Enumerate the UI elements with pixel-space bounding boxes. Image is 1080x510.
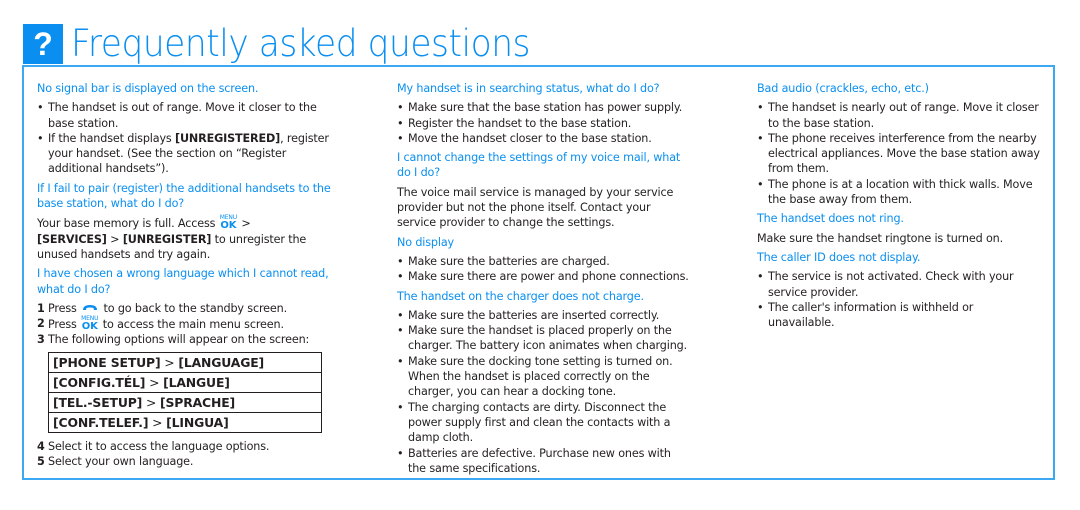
end-call-icon [83, 304, 98, 310]
faq-bullet: The service is not activated. Check with… [757, 269, 1042, 300]
step-text: to access the main menu screen. [99, 318, 284, 332]
screen-label-services: [SERVICES] [37, 232, 107, 246]
screen-label-unregistered: [UNREGISTERED] [175, 131, 281, 145]
step-item: 5 Select your own language. [37, 454, 332, 469]
menu-ok-icon: MENU OK [81, 315, 99, 333]
faq-bullet: Make sure the handset is placed properly… [397, 323, 692, 354]
answer-text: Your base memory is full. Access [37, 217, 219, 231]
faq-answer: The voice mail service is managed by you… [397, 185, 674, 230]
step-number: 1 [37, 301, 45, 315]
page-header: ? Frequently asked questions [23, 24, 565, 64]
menu-ok-icon: MENU OK [219, 214, 237, 232]
faq-answer-list: The service is not activated. Check with… [757, 269, 1042, 330]
separator: > [237, 217, 251, 231]
faq-bullet: Make sure that the base station has powe… [397, 100, 692, 116]
separator: > [106, 232, 123, 246]
bullet-text: If the handset displays [48, 131, 176, 145]
faq-bullet: The phone receives interference from the… [757, 131, 1042, 177]
faq-bullet: Make sure the docking tone setting is tu… [397, 354, 692, 400]
faq-answer: Your base memory is full. Access MENU OK … [37, 215, 332, 262]
faq-answer-list: The handset is nearly out of range. Move… [757, 100, 1042, 207]
faq-question: The handset on the charger does not char… [397, 289, 644, 303]
faq-column-3: Bad audio (crackles, echo, etc.) The han… [757, 81, 1042, 334]
faq-question: My handset is in searching status, what … [397, 82, 660, 95]
faq-bullet: The handset is out of range. Move it clo… [37, 100, 332, 131]
step-item: 3 The following options will appear on t… [37, 332, 332, 347]
page-title: Frequently asked questions [71, 22, 530, 65]
step-list: 4 Select it to access the language optio… [37, 439, 332, 470]
table-row: [CONFIG.TÉL] > [LANGUE] [48, 371, 322, 393]
faq-answer-list: Make sure the batteries are charged. Mak… [397, 254, 692, 285]
step-list: 1 Press to go back to the standby screen… [37, 301, 332, 348]
table-row: [TEL.-SETUP] > [SPRACHE] [48, 391, 322, 413]
faq-column-1: No signal bar is displayed on the screen… [37, 81, 332, 469]
faq-question: No signal bar is displayed on the screen… [37, 82, 259, 95]
faq-bullet: Make sure the batteries are charged. [397, 254, 692, 270]
screen-label-unregister: [UNREGISTER] [122, 232, 212, 246]
table-cell: [PHONE SETUP] > [LANGUAGE] [48, 351, 322, 373]
step-item: 2 Press MENU OK to access the main menu s… [37, 316, 332, 332]
step-item: 1 Press to go back to the standby screen… [37, 301, 332, 316]
faq-bullet: Batteries are defective. Purchase new on… [397, 446, 692, 477]
faq-answer-list: The handset is out of range. Move it clo… [37, 100, 332, 176]
table-cell: [CONFIG.TÉL] > [LANGUE] [48, 371, 322, 393]
faq-question: If I fail to pair (register) the additio… [37, 181, 331, 211]
step-item: 4 Select it to access the language optio… [37, 439, 332, 454]
faq-answer-list: Make sure that the base station has powe… [397, 100, 692, 146]
faq-question: I cannot change the settings of my voice… [397, 151, 681, 180]
faq-question: No display [397, 235, 454, 249]
table-cell: [TEL.-SETUP] > [SPRACHE] [48, 391, 322, 413]
faq-bullet: The charging contacts are dirty. Disconn… [397, 400, 692, 446]
faq-answer: Make sure the handset ringtone is turned… [757, 231, 1004, 245]
table-row: [CONF.TELEF.] > [LINGUA] [48, 411, 322, 433]
faq-question: I have chosen a wrong language which I c… [37, 267, 329, 296]
faq-bullet: The caller's information is withheld or … [757, 300, 1042, 331]
table-row: [PHONE SETUP] > [LANGUAGE] [48, 351, 322, 373]
step-text: Select your own language. [48, 455, 194, 469]
step-text: Press [48, 301, 81, 315]
step-text: to go back to the standby screen. [100, 301, 288, 315]
faq-bullet: Make sure there are power and phone conn… [397, 269, 692, 285]
step-number: 3 [37, 333, 45, 347]
language-options-table: [PHONE SETUP] > [LANGUAGE] [CONFIG.TÉL] … [48, 351, 322, 433]
faq-bullet: If the handset displays [UNREGISTERED], … [37, 131, 332, 177]
faq-column-2: My handset is in searching status, what … [397, 81, 692, 480]
step-text: Press [48, 318, 81, 332]
step-number: 2 [37, 317, 45, 331]
faq-bullet: Register the handset to the base station… [397, 116, 692, 132]
faq-question: Bad audio (crackles, echo, etc.) [757, 82, 929, 95]
faq-bullet: The handset is nearly out of range. Move… [757, 100, 1042, 131]
step-number: 5 [37, 455, 45, 469]
faq-bullet: Make sure the batteries are inserted cor… [397, 308, 692, 324]
table-cell: [CONF.TELEF.] > [LINGUA] [48, 411, 322, 433]
step-text: The following options will appear on the… [48, 333, 310, 347]
step-text: Select it to access the language options… [48, 439, 270, 453]
faq-bullet: The phone is at a location with thick wa… [757, 177, 1042, 208]
faq-answer-list: Make sure the batteries are inserted cor… [397, 308, 692, 476]
question-mark-icon: ? [23, 24, 63, 64]
step-number: 4 [37, 439, 45, 453]
faq-question: The handset does not ring. [757, 212, 904, 226]
faq-bullet: Move the handset closer to the base stat… [397, 131, 692, 147]
faq-question: The caller ID does not display. [757, 250, 921, 264]
